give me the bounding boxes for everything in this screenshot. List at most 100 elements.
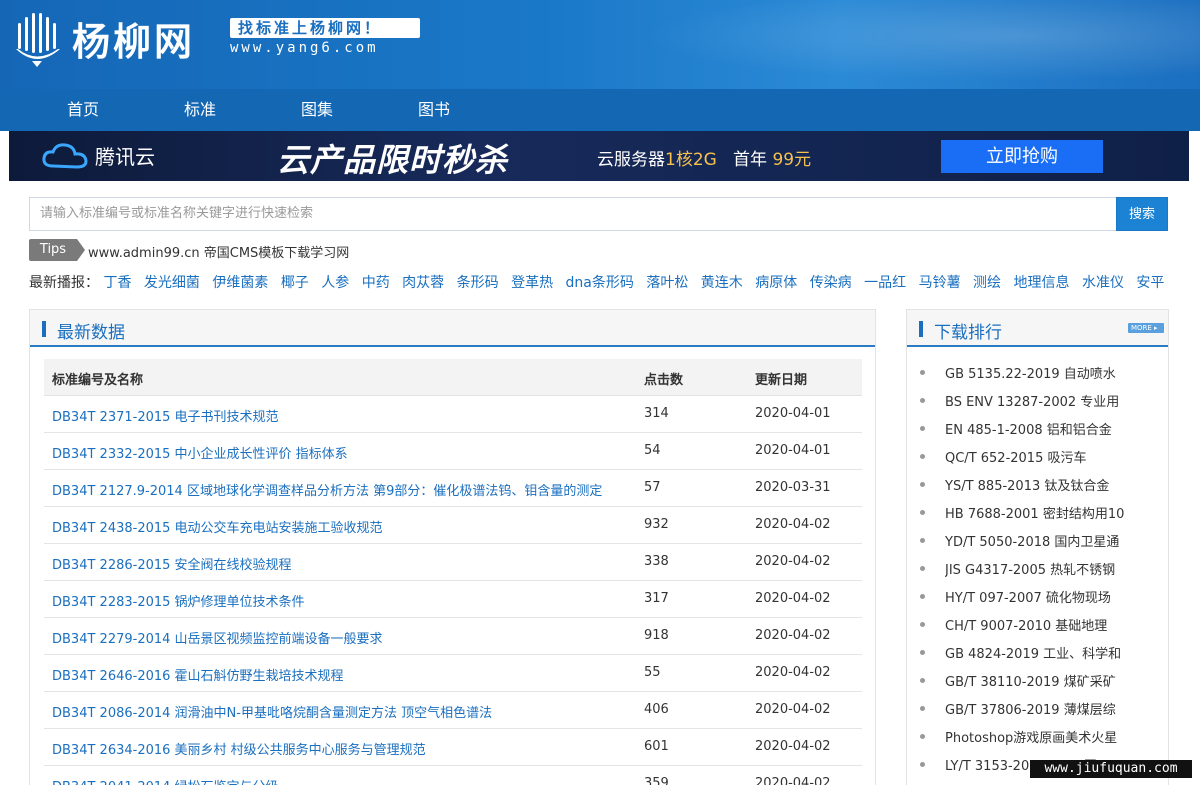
rank-item-link[interactable]: GB 4824-2019 工业、科学和 [945, 643, 1145, 662]
banner-brand-text: 腾讯云 [95, 145, 155, 169]
search-button[interactable]: 搜索 [1116, 197, 1168, 231]
standard-link[interactable]: DB34T 2041-2014 绿松石鉴定与分级 [52, 776, 279, 785]
click-count: 314 [644, 406, 669, 421]
list-item[interactable]: GB 4824-2019 工业、科学和 [907, 640, 1168, 668]
hot-keyword[interactable]: 水准仪 [1082, 275, 1124, 291]
hot-keyword[interactable]: 登革热 [511, 275, 553, 291]
banner-buy-button[interactable]: 立即抢购 [941, 140, 1103, 173]
hot-label: 最新播报： [29, 275, 99, 291]
tips-text[interactable]: www.admin99.cn 帝国CMS模板下载学习网 [88, 242, 349, 261]
rank-item-link[interactable]: QC/T 652-2015 吸污车 [945, 447, 1145, 466]
list-item[interactable]: HB 7688-2001 密封结构用10 [907, 500, 1168, 528]
hot-keyword[interactable]: 安平 [1136, 275, 1164, 291]
hot-keyword[interactable]: 一品红 [864, 275, 906, 291]
standard-link[interactable]: DB34T 2438-2015 电动公交车充电站安装施工验收规范 [52, 517, 383, 536]
list-item[interactable]: BS ENV 13287-2002 专业用 [907, 388, 1168, 416]
hot-keyword[interactable]: 丁香 [103, 275, 131, 291]
latest-data-table: 标准编号及名称 点击数 更新日期 DB34T 2371-2015 电子书刊技术规… [44, 359, 862, 785]
rank-item-link[interactable]: GB 5135.22-2019 自动喷水 [945, 363, 1145, 382]
bullet-icon [920, 538, 925, 543]
rank-item-link[interactable]: HY/T 097-2007 硫化物现场 [945, 587, 1145, 606]
hot-keyword[interactable]: 条形码 [457, 275, 499, 291]
search-input[interactable]: 请输入标准编号或标准名称关键字进行快速检索 [29, 197, 1116, 231]
hot-keyword[interactable]: 椰子 [281, 275, 309, 291]
list-item[interactable]: HY/T 097-2007 硫化物现场 [907, 584, 1168, 612]
update-date: 2020-04-02 [755, 628, 831, 643]
hot-keyword[interactable]: 马铃薯 [919, 275, 961, 291]
banner-brand: 腾讯云 [41, 141, 155, 170]
rank-item-link[interactable]: HB 7688-2001 密封结构用10 [945, 503, 1145, 522]
site-header: 杨柳网 找标准上杨柳网！ www.yang6.com [0, 0, 1200, 89]
ad-banner[interactable]: 腾讯云 云产品限时秒杀 云服务器1核2G 首年 99元 立即抢购 [9, 131, 1189, 181]
banner-offer: 云服务器1核2G 首年 99元 [597, 145, 811, 170]
standard-link[interactable]: DB34T 2371-2015 电子书刊技术规范 [52, 406, 279, 425]
hot-keyword[interactable]: 病原体 [755, 275, 797, 291]
update-date: 2020-04-02 [755, 554, 831, 569]
list-item[interactable]: GB/T 37806-2019 薄煤层综 [907, 696, 1168, 724]
standard-link[interactable]: DB34T 2283-2015 锅炉修理单位技术条件 [52, 591, 305, 610]
standard-link[interactable]: DB34T 2286-2015 安全阀在线校验规程 [52, 554, 292, 573]
rank-item-link[interactable]: Photoshop游戏原画美术火星 [945, 727, 1145, 746]
hot-keyword[interactable]: 黄连木 [701, 275, 743, 291]
standard-link[interactable]: DB34T 2634-2016 美丽乡村 村级公共服务中心服务与管理规范 [52, 739, 426, 758]
rank-item-link[interactable]: BS ENV 13287-2002 专业用 [945, 391, 1145, 410]
rank-item-link[interactable]: YS/T 885-2013 钛及钛合金 [945, 475, 1145, 494]
bullet-icon [920, 734, 925, 739]
standard-link[interactable]: DB34T 2332-2015 中小企业成长性评价 指标体系 [52, 443, 348, 462]
standard-link[interactable]: DB34T 2086-2014 润滑油中N-甲基吡咯烷酮含量测定方法 顶空气相色… [52, 702, 492, 721]
nav-item-home[interactable]: 首页 [67, 89, 99, 131]
standard-link[interactable]: DB34T 2127.9-2014 区域地球化学调查样品分析方法 第9部分：催化… [52, 480, 602, 499]
list-item[interactable]: CH/T 9007-2010 基础地理 [907, 612, 1168, 640]
hot-keyword[interactable]: 地理信息 [1014, 275, 1070, 291]
more-icon[interactable]: MORE ▸ [1128, 323, 1164, 333]
list-item[interactable]: GB/T 38110-2019 煤矿采矿 [907, 668, 1168, 696]
slogan: 找标准上杨柳网！ [230, 18, 420, 38]
hot-keyword[interactable]: 测绘 [973, 275, 1001, 291]
standard-link[interactable]: DB34T 2279-2014 山岳景区视频监控前端设备一般要求 [52, 628, 383, 647]
bullet-icon [920, 482, 925, 487]
table-row: DB34T 2286-2015 安全阀在线校验规程 338 2020-04-02 [44, 544, 862, 581]
table-header: 标准编号及名称 点击数 更新日期 [44, 359, 862, 396]
list-item[interactable]: QC/T 652-2015 吸污车 [907, 444, 1168, 472]
hot-keyword[interactable]: 落叶松 [646, 275, 688, 291]
hot-keyword[interactable]: 发光细菌 [144, 275, 200, 291]
hot-keyword[interactable]: 人参 [321, 275, 349, 291]
hot-keyword[interactable]: 伊维菌素 [212, 275, 268, 291]
hot-keyword[interactable]: 中药 [362, 275, 390, 291]
rank-item-link[interactable]: EN 485-1-2008 铝和铝合金 [945, 419, 1145, 438]
watermark: www.jiufuquan.com [1030, 760, 1192, 778]
bullet-icon [920, 706, 925, 711]
nav-item-atlas[interactable]: 图集 [301, 89, 333, 131]
rank-item-link[interactable]: GB/T 37806-2019 薄煤层综 [945, 699, 1145, 718]
list-item[interactable]: JIS G4317-2005 热轧不锈钢 [907, 556, 1168, 584]
list-item[interactable]: GB 5135.22-2019 自动喷水 [907, 360, 1168, 388]
main-nav: 首页 标准 图集 图书 [0, 89, 1200, 131]
list-item[interactable]: YS/T 885-2013 钛及钛合金 [907, 472, 1168, 500]
list-item[interactable]: Photoshop游戏原画美术火星 [907, 724, 1168, 752]
hot-keywords: 最新播报： 丁香 发光细菌 伊维菌素 椰子 人参 中药 肉苁蓉 条形码 登革热 … [29, 272, 1172, 292]
list-item[interactable]: EN 485-1-2008 铝和铝合金 [907, 416, 1168, 444]
standard-link[interactable]: DB34T 2646-2016 霍山石斛仿野生栽培技术规程 [52, 665, 344, 684]
hot-keyword[interactable]: dna条形码 [566, 275, 634, 291]
table-row: DB34T 2634-2016 美丽乡村 村级公共服务中心服务与管理规范 601 2… [44, 729, 862, 766]
update-date: 2020-04-02 [755, 517, 831, 532]
rank-item-link[interactable]: CH/T 9007-2010 基础地理 [945, 615, 1145, 634]
nav-item-books[interactable]: 图书 [418, 89, 450, 131]
update-date: 2020-04-02 [755, 739, 831, 754]
table-row: DB34T 2086-2014 润滑油中N-甲基吡咯烷酮含量测定方法 顶空气相色… [44, 692, 862, 729]
site-url: www.yang6.com [230, 40, 379, 56]
nav-item-standards[interactable]: 标准 [184, 89, 216, 131]
site-logo[interactable]: 杨柳网 [12, 8, 195, 68]
bullet-icon [920, 454, 925, 459]
bullet-icon [920, 426, 925, 431]
list-item[interactable]: YD/T 5050-2018 国内卫星通 [907, 528, 1168, 556]
slogan-block: 找标准上杨柳网！ www.yang6.com [230, 18, 420, 56]
rank-item-link[interactable]: GB/T 38110-2019 煤矿采矿 [945, 671, 1145, 690]
rank-item-link[interactable]: JIS G4317-2005 热轧不锈钢 [945, 559, 1145, 578]
rank-item-link[interactable]: YD/T 5050-2018 国内卫星通 [945, 531, 1145, 550]
hot-keyword[interactable]: 肉苁蓉 [402, 275, 444, 291]
click-count: 57 [644, 480, 661, 495]
cloud-logo-icon [42, 142, 88, 169]
click-count: 601 [644, 739, 669, 754]
hot-keyword[interactable]: 传染病 [810, 275, 852, 291]
